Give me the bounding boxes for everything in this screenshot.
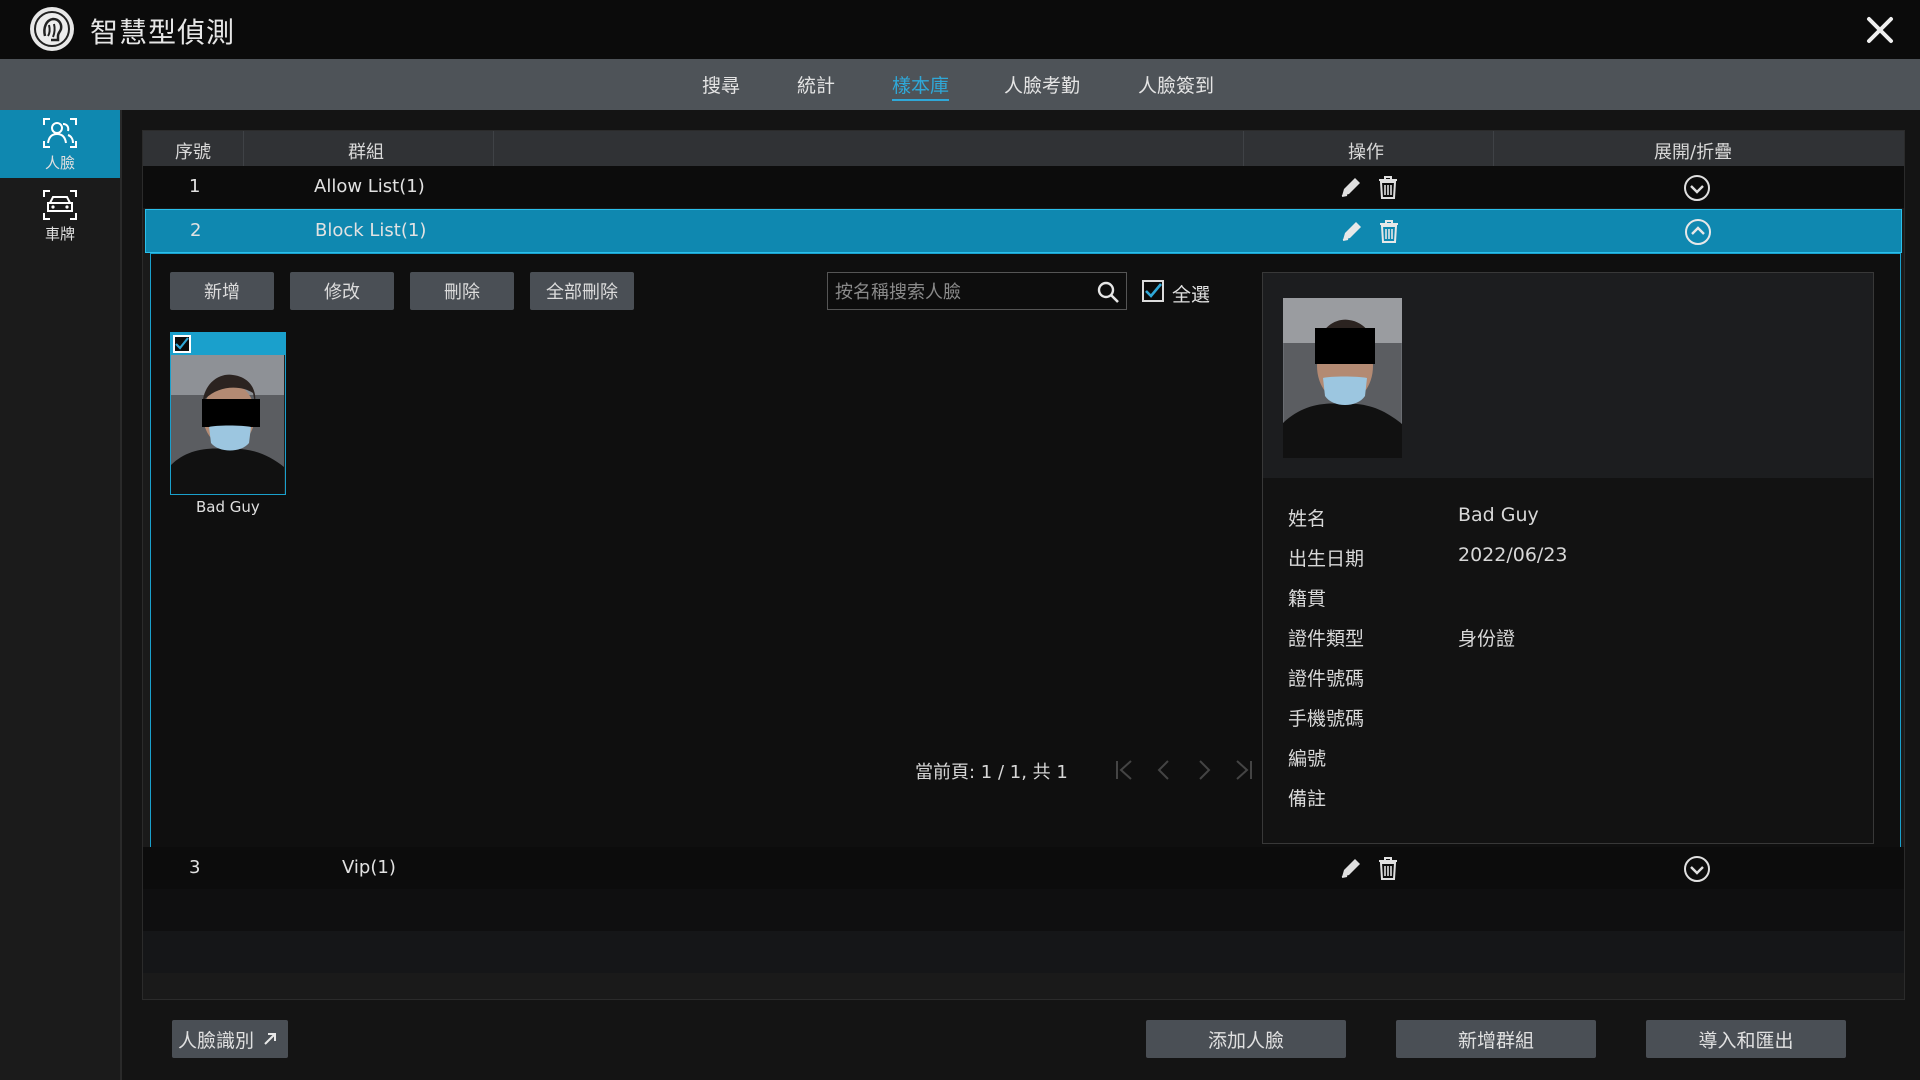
face-icon	[43, 117, 77, 148]
detail-value-birthdate: 2022/06/23	[1458, 544, 1568, 566]
face-photo	[171, 355, 284, 494]
header-separator	[493, 131, 494, 166]
close-icon[interactable]	[1862, 12, 1898, 48]
last-page-icon[interactable]	[1232, 758, 1256, 782]
row-index: 3	[189, 857, 201, 878]
sidebar-item-label: 人臉	[44, 153, 75, 172]
row-group-name: Block List(1)	[315, 220, 427, 241]
select-all-checkbox[interactable]	[1142, 280, 1164, 302]
title-bar: 智慧型偵測	[0, 0, 1920, 59]
tab-search[interactable]: 搜尋	[702, 71, 740, 98]
row-group-name: Vip(1)	[342, 857, 396, 878]
search-input[interactable]	[833, 279, 1087, 305]
tab-statistics[interactable]: 統計	[797, 71, 835, 98]
sidebar-item-label: 車牌	[44, 224, 75, 243]
table-header: 序號 群組 操作 展開/折疊	[143, 131, 1904, 166]
detail-label-id-number: 證件號碼	[1288, 668, 1365, 690]
face-detail-panel: 姓名 Bad Guy 出生日期 2022/06/23 籍貫 證件類型 身份證 證…	[1262, 272, 1874, 844]
external-link-arrow-icon	[264, 1033, 277, 1045]
expand-chevron-down-icon[interactable]	[1683, 174, 1710, 201]
table-row[interactable]: 3 Vip(1)	[143, 847, 1904, 889]
edit-icon[interactable]	[1338, 174, 1364, 200]
header-group: 群組	[348, 142, 384, 163]
add-face-to-library-button[interactable]: 添加人臉	[1146, 1020, 1346, 1058]
detail-label-number: 編號	[1288, 748, 1327, 770]
expand-chevron-down-icon[interactable]	[1683, 855, 1710, 882]
face-thumbnail-card[interactable]	[170, 332, 286, 495]
table-row[interactable]: 1 Allow List(1)	[143, 166, 1904, 208]
car-icon	[43, 189, 77, 220]
header-operations: 操作	[1348, 142, 1384, 163]
app-logo-icon	[30, 7, 74, 51]
detail-label-native-place: 籍貫	[1288, 588, 1327, 610]
edit-face-button[interactable]: 修改	[290, 272, 394, 310]
detail-face-photo	[1283, 298, 1402, 458]
pager-status: 當前頁: 1 / 1, 共 1	[915, 762, 1068, 783]
delete-icon[interactable]	[1375, 855, 1401, 881]
detail-label-name: 姓名	[1288, 508, 1327, 530]
empty-row	[143, 931, 1904, 973]
delete-all-button[interactable]: 全部刪除	[530, 272, 634, 310]
header-index: 序號	[175, 142, 211, 163]
row-group-name: Allow List(1)	[314, 176, 425, 197]
detail-value-id-type: 身份證	[1458, 628, 1516, 650]
empty-row	[143, 889, 1904, 931]
detail-value-name: Bad Guy	[1458, 504, 1539, 526]
face-search-box[interactable]	[827, 272, 1127, 310]
sidebar-item-face[interactable]: 人臉	[0, 110, 120, 178]
tab-face-checkin[interactable]: 人臉簽到	[1138, 71, 1214, 98]
import-export-button[interactable]: 導入和匯出	[1646, 1020, 1846, 1058]
delete-icon[interactable]	[1376, 218, 1402, 244]
add-face-button[interactable]: 新增	[170, 272, 274, 310]
delete-face-button[interactable]: 刪除	[410, 272, 514, 310]
select-all-label: 全選	[1172, 284, 1211, 306]
tab-bar: 搜尋 統計 樣本庫 人臉考勤 人臉簽到	[0, 59, 1920, 110]
tab-sample-library[interactable]: 樣本庫	[892, 71, 950, 101]
header-separator	[1493, 131, 1494, 166]
header-separator	[243, 131, 244, 166]
detail-label-phone: 手機號碼	[1288, 708, 1365, 730]
next-page-icon[interactable]	[1192, 758, 1216, 782]
detail-label-birthdate: 出生日期	[1288, 548, 1365, 570]
face-name-label: Bad Guy	[196, 498, 260, 516]
edit-icon[interactable]	[1338, 855, 1364, 881]
header-expand-collapse: 展開/折疊	[1654, 142, 1733, 163]
detail-label-id-type: 證件類型	[1288, 628, 1365, 650]
delete-icon[interactable]	[1375, 174, 1401, 200]
collapse-chevron-up-icon[interactable]	[1684, 218, 1711, 245]
header-separator	[1243, 131, 1244, 166]
app-title: 智慧型偵測	[90, 16, 236, 49]
detail-label-remarks: 備註	[1288, 788, 1327, 810]
add-group-button[interactable]: 新增群組	[1396, 1020, 1596, 1058]
face-checkbox[interactable]	[173, 335, 191, 353]
sidebar: 人臉 車牌	[0, 110, 122, 1080]
detail-photo-area	[1263, 273, 1873, 478]
row-index: 2	[190, 220, 202, 241]
first-page-icon[interactable]	[1112, 758, 1136, 782]
tab-face-attendance[interactable]: 人臉考勤	[1004, 71, 1080, 98]
sidebar-item-license-plate[interactable]: 車牌	[0, 182, 120, 250]
face-recognition-label: 人臉識別	[178, 1029, 255, 1052]
table-row-selected[interactable]: 2 Block List(1)	[145, 209, 1902, 253]
edit-icon[interactable]	[1339, 218, 1365, 244]
search-icon[interactable]	[1096, 280, 1120, 304]
row-index: 1	[189, 176, 201, 197]
previous-page-icon[interactable]	[1152, 758, 1176, 782]
face-recognition-button[interactable]: 人臉識別	[172, 1020, 288, 1058]
